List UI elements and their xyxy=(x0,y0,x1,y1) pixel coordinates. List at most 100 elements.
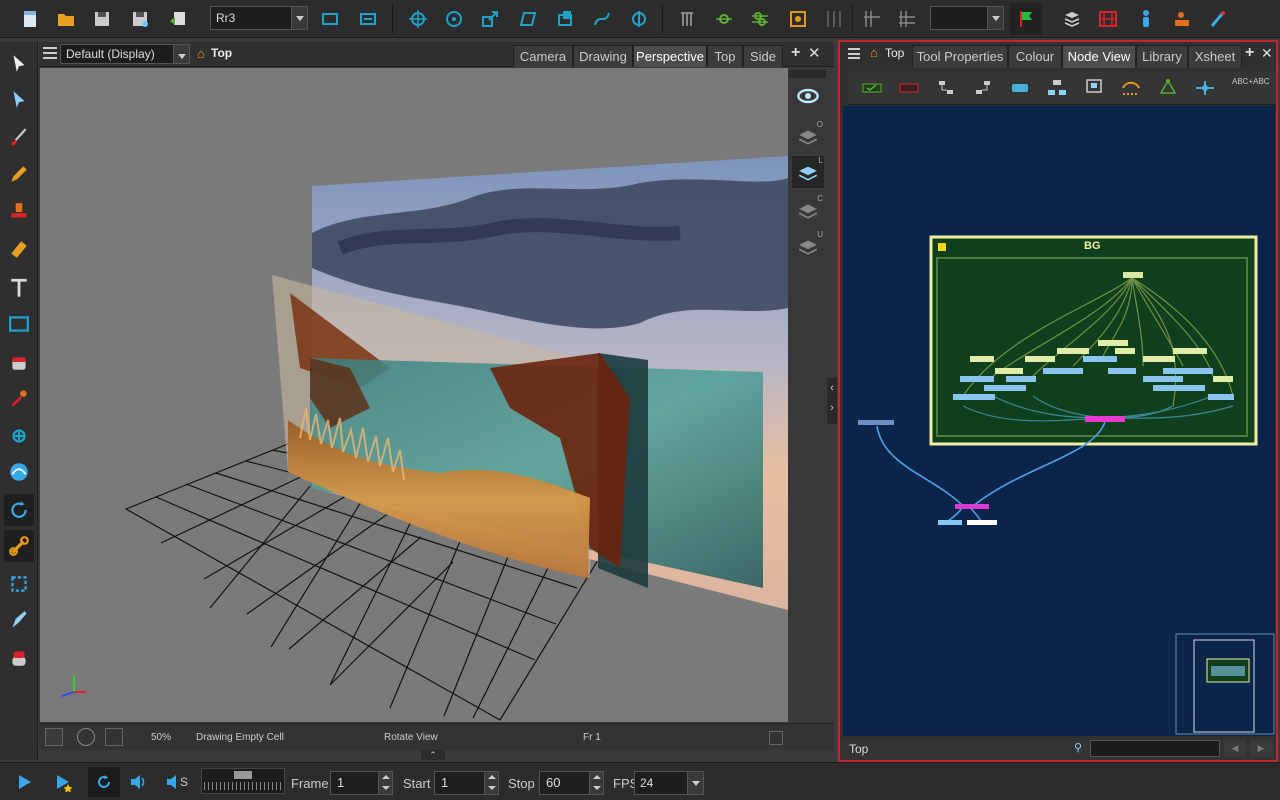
chevron-up-icon[interactable]: ⌃ xyxy=(421,750,445,760)
play-selection-icon[interactable] xyxy=(54,772,78,794)
eraser-tool-icon[interactable] xyxy=(4,232,34,264)
tab-library[interactable]: Library xyxy=(1136,45,1188,68)
deformation-icon[interactable] xyxy=(1120,78,1142,98)
tab-side[interactable]: Side xyxy=(743,45,783,67)
loop-icon[interactable] xyxy=(88,767,120,797)
rename-abc-icon[interactable]: ABC+ABC xyxy=(1232,78,1270,98)
morph-tool-icon[interactable] xyxy=(4,456,34,488)
layer-u-icon[interactable]: U xyxy=(792,230,824,262)
select-tool-icon[interactable] xyxy=(4,48,34,80)
pan-icon[interactable] xyxy=(406,7,430,31)
enable-node-icon[interactable] xyxy=(861,78,883,98)
layers-icon[interactable] xyxy=(1060,7,1084,31)
play-icon[interactable] xyxy=(14,772,38,794)
maintain-size-icon[interactable] xyxy=(627,7,651,31)
start-field[interactable]: 1 xyxy=(434,771,499,795)
ungroup-nodes-icon[interactable] xyxy=(972,78,994,98)
home-icon[interactable]: ⌂ xyxy=(197,46,205,61)
fps-select[interactable]: 24 xyxy=(634,771,704,795)
tab-top[interactable]: Top xyxy=(707,45,743,67)
tab-drawing[interactable]: Drawing xyxy=(573,45,633,67)
tab-xsheet[interactable]: Xsheet xyxy=(1188,45,1242,68)
menu-icon[interactable] xyxy=(43,47,57,59)
sound-scrub-icon[interactable]: S xyxy=(164,772,194,794)
chevron-left-icon[interactable]: ◀ xyxy=(1224,740,1246,757)
slider-handle[interactable] xyxy=(234,771,252,779)
text-tool-icon[interactable] xyxy=(4,272,34,304)
pencil-tool-icon[interactable] xyxy=(4,158,34,190)
tab-colour[interactable]: Colour xyxy=(1008,45,1062,68)
sound-icon[interactable] xyxy=(128,772,152,794)
rotate-icon[interactable] xyxy=(442,7,466,31)
open-scene-icon[interactable] xyxy=(54,7,78,31)
preferences-icon[interactable] xyxy=(1206,7,1230,31)
tab-perspective[interactable]: Perspective xyxy=(633,45,707,67)
panel-collapse-handle[interactable]: ‹ › xyxy=(827,378,837,424)
create-peg-icon[interactable] xyxy=(1046,78,1068,98)
flip-horizontal-icon[interactable] xyxy=(318,7,342,31)
display-select[interactable]: Default (Display) xyxy=(60,44,190,64)
zoom-level[interactable]: 50% xyxy=(151,732,171,743)
layer-l-icon[interactable]: L xyxy=(792,156,824,188)
reset-view-icon[interactable] xyxy=(77,728,95,746)
close-icon[interactable]: ✕ xyxy=(808,44,821,62)
layer-o-icon[interactable]: O xyxy=(792,120,824,152)
home-icon[interactable]: ⌂ xyxy=(870,45,878,60)
add-tab-icon[interactable]: + xyxy=(791,44,800,62)
camera-mask-icon[interactable] xyxy=(45,728,63,746)
drawing-select[interactable]: Rr3 xyxy=(210,6,308,30)
pen-tool-icon[interactable] xyxy=(4,604,34,636)
scale-icon[interactable] xyxy=(478,7,502,31)
keyframe-icon[interactable] xyxy=(748,7,772,31)
pivot-tool-icon[interactable] xyxy=(4,420,34,452)
transform-icon[interactable] xyxy=(553,7,577,31)
viewport-checkbox[interactable] xyxy=(769,731,783,745)
tab-camera[interactable]: Camera xyxy=(513,45,573,67)
zoom-select[interactable] xyxy=(930,6,1004,30)
close-icon[interactable]: ✕ xyxy=(1261,45,1273,62)
skew-icon[interactable] xyxy=(516,7,540,31)
tab-node-view[interactable]: Node View xyxy=(1062,45,1136,68)
brush-tool-icon[interactable] xyxy=(4,122,34,154)
save-all-icon[interactable] xyxy=(90,7,114,31)
cutter-tool-icon[interactable] xyxy=(4,568,34,600)
light-table-icon[interactable] xyxy=(860,7,884,31)
rotate-view-tool-icon[interactable] xyxy=(4,494,34,526)
spline-offset-icon[interactable] xyxy=(590,7,614,31)
rectangle-tool-icon[interactable] xyxy=(4,308,34,340)
disable-node-icon[interactable] xyxy=(898,78,920,98)
frame-field[interactable]: 1 xyxy=(330,771,393,795)
character-icon[interactable] xyxy=(1134,7,1158,31)
peg-icon[interactable] xyxy=(675,7,699,31)
contour-editor-icon[interactable] xyxy=(4,84,34,116)
paint-tool-icon[interactable] xyxy=(4,346,34,378)
chevron-right-icon[interactable]: ▶ xyxy=(1250,740,1272,757)
new-scene-icon[interactable] xyxy=(18,7,42,31)
group-nodes-icon[interactable] xyxy=(935,78,957,98)
bounding-box-icon[interactable] xyxy=(786,7,810,31)
add-tab-icon[interactable]: + xyxy=(1245,44,1254,62)
flip-vertical-icon[interactable] xyxy=(356,7,380,31)
link-node-icon[interactable] xyxy=(1009,78,1031,98)
node-view-canvas[interactable]: BG xyxy=(843,106,1275,736)
bone-tool-icon[interactable] xyxy=(4,530,34,562)
stamp-tool-icon[interactable] xyxy=(4,196,34,228)
preview-node-icon[interactable] xyxy=(1083,78,1105,98)
perspective-canvas[interactable] xyxy=(40,68,788,722)
tab-tool-properties[interactable]: Tool Properties xyxy=(912,45,1008,68)
menu-icon[interactable] xyxy=(848,48,860,59)
composite-icon[interactable] xyxy=(1157,78,1179,98)
reset-rotation-icon[interactable] xyxy=(105,728,123,746)
set-key-icon[interactable] xyxy=(712,7,736,31)
ink-tool-icon[interactable] xyxy=(4,642,34,674)
matte-icon[interactable] xyxy=(1194,78,1216,98)
render-icon[interactable] xyxy=(1170,7,1194,31)
save-as-icon[interactable] xyxy=(128,7,152,31)
layer-c-icon[interactable]: C xyxy=(792,194,824,226)
grid-lock-icon[interactable] xyxy=(895,7,919,31)
onion-skin-icon[interactable] xyxy=(822,7,846,31)
import-icon[interactable] xyxy=(166,7,190,31)
safe-area-icon[interactable] xyxy=(1096,7,1120,31)
flag-icon[interactable] xyxy=(1010,3,1042,35)
playback-speed-slider[interactable] xyxy=(201,768,285,794)
